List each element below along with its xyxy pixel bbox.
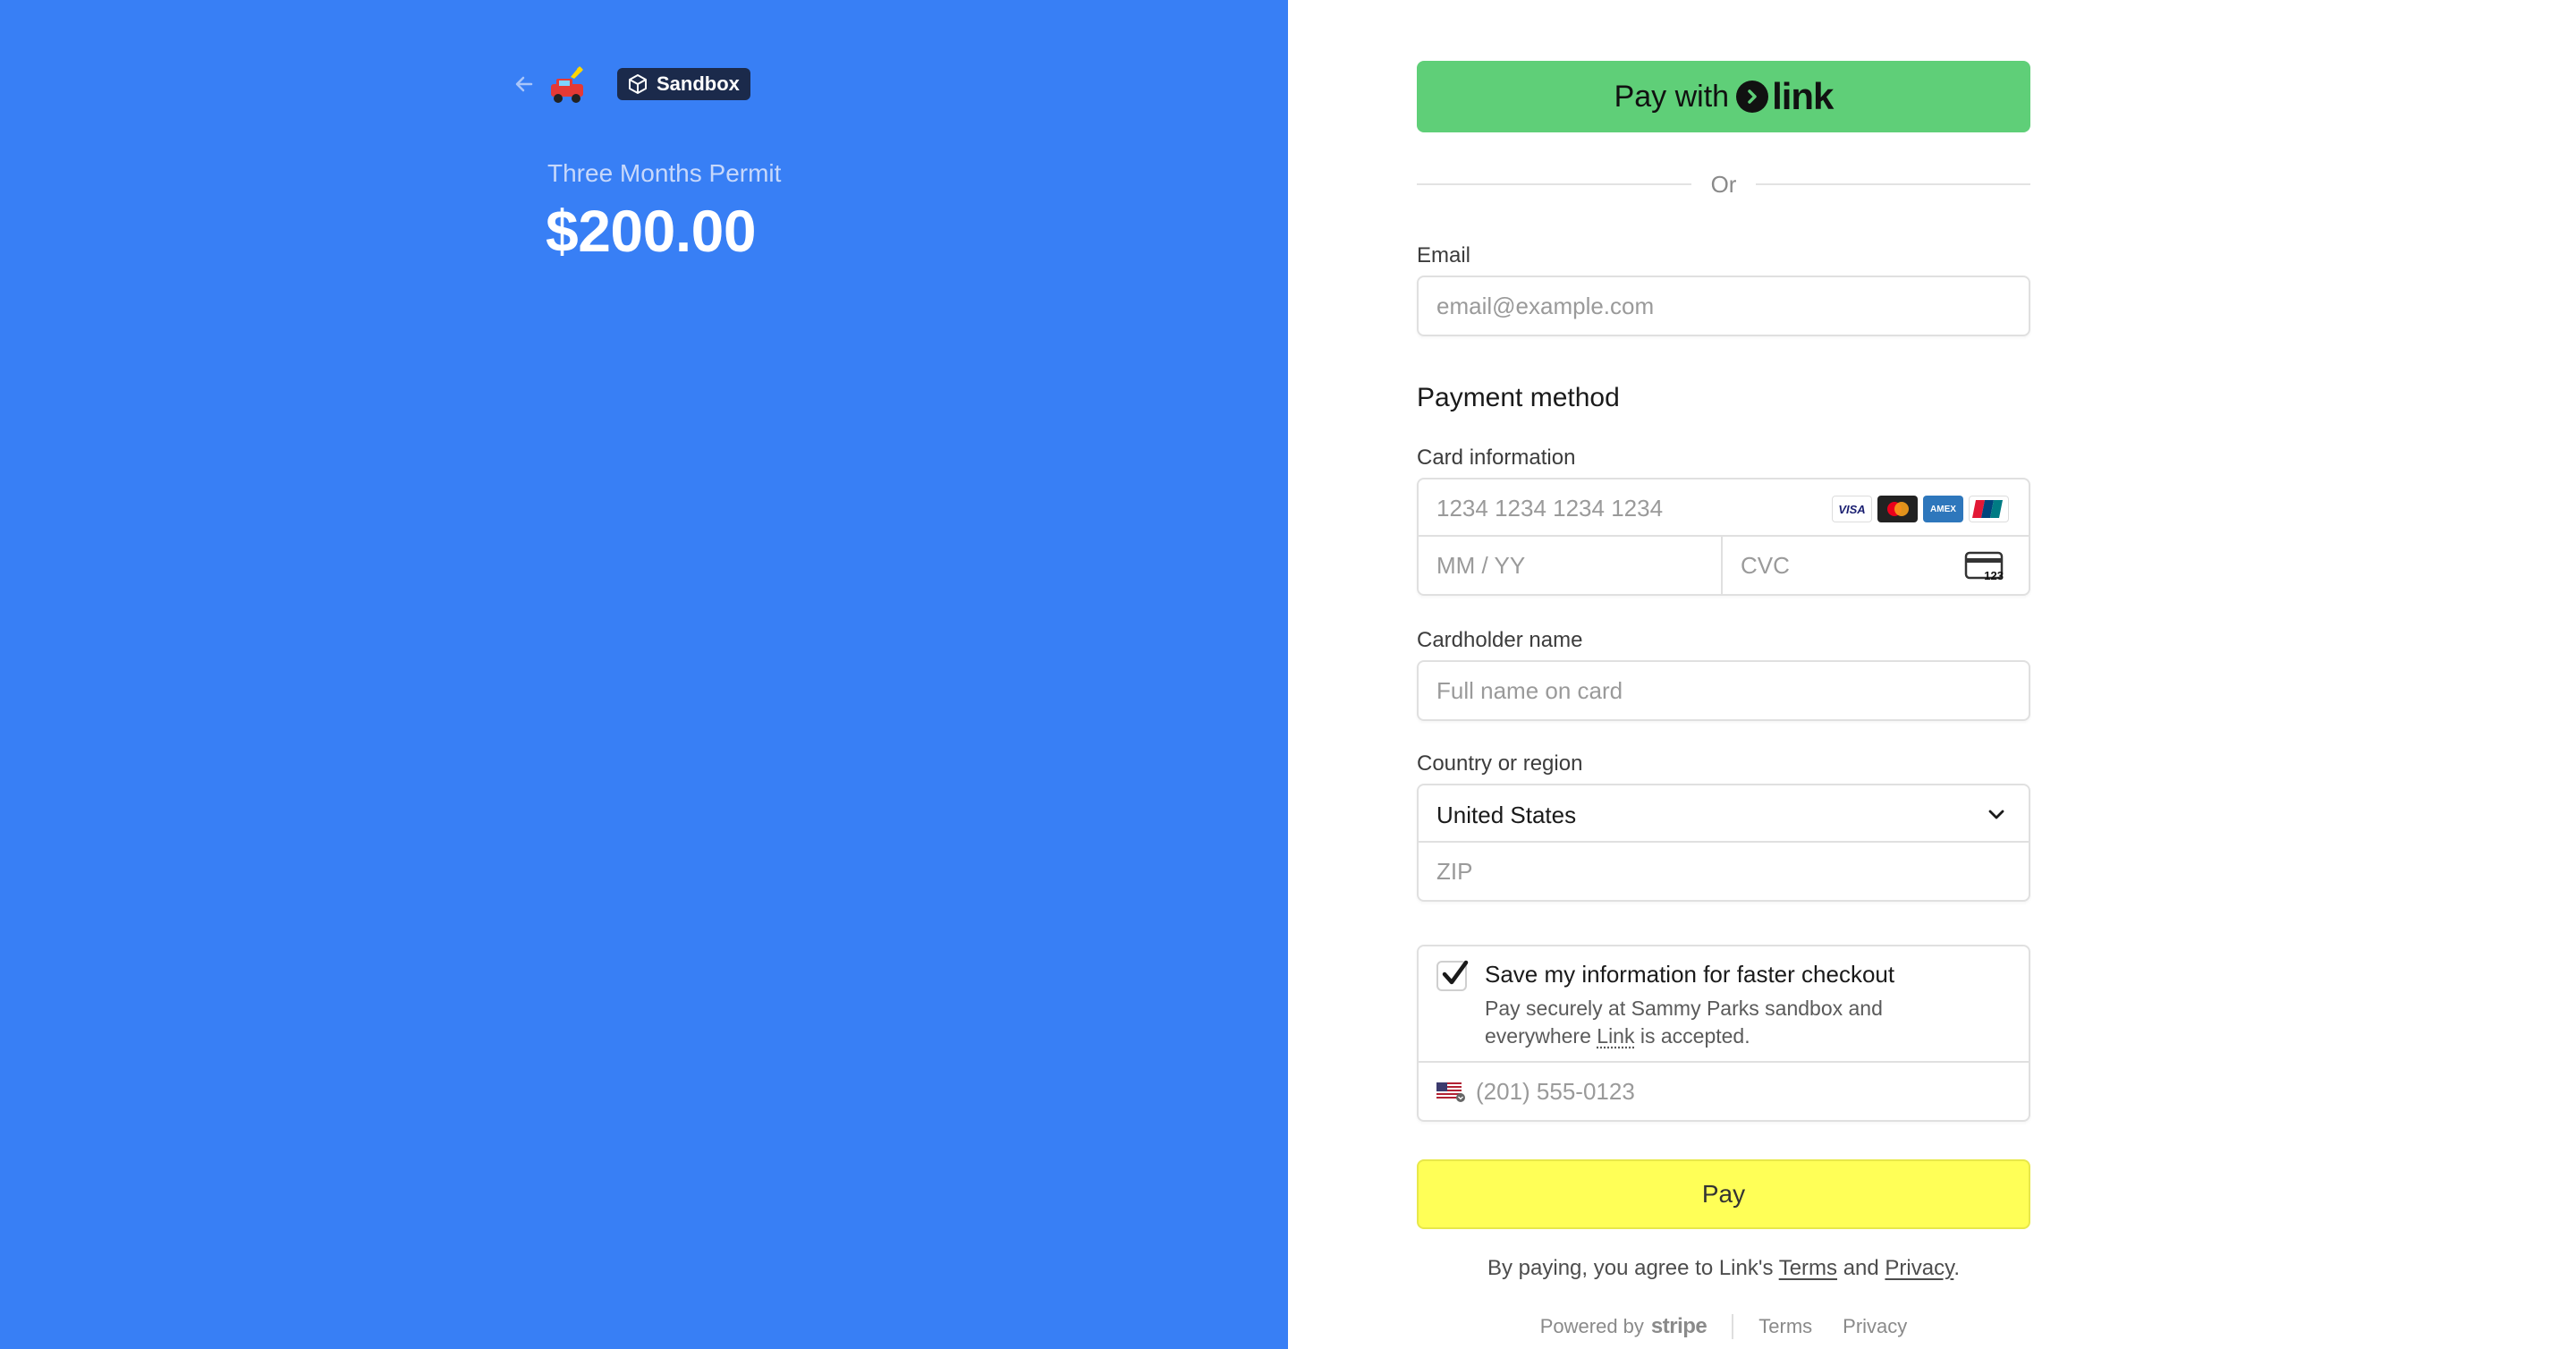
- email-label: Email: [1417, 243, 1471, 267]
- terms-link[interactable]: Terms: [1779, 1256, 1837, 1280]
- summary-panel: Sandbox Three Months Permit $200.00: [0, 0, 1288, 1349]
- terms-text: By paying, you agree to Link's: [1487, 1256, 1779, 1280]
- link-info-link[interactable]: Link: [1597, 1024, 1634, 1048]
- chevron-right-icon: [1736, 81, 1769, 113]
- pay-button[interactable]: Pay: [1417, 1159, 2030, 1229]
- terms-and-text: and: [1837, 1256, 1885, 1280]
- save-info-description: Pay securely at Sammy Parks sandbox and …: [1485, 995, 1986, 1050]
- zip-input[interactable]: [1436, 843, 2009, 900]
- back-arrow-icon[interactable]: [510, 70, 538, 98]
- save-info-desc-end: is accepted.: [1634, 1024, 1750, 1048]
- terms-notice: By paying, you agree to Link's Terms and…: [1417, 1256, 2030, 1281]
- pay-with-label: Pay with: [1614, 79, 1730, 114]
- link-logo: link: [1736, 75, 1834, 118]
- product-name: Three Months Permit: [547, 159, 782, 187]
- total-amount: $200.00: [546, 198, 757, 264]
- expiry-input[interactable]: [1436, 537, 1705, 594]
- country-select[interactable]: United States: [1419, 785, 2029, 843]
- sandbox-label: Sandbox: [657, 72, 740, 95]
- country-selected-value: United States: [1436, 802, 1577, 828]
- checkmark-icon: [1442, 960, 1469, 985]
- footer-separator: [1732, 1314, 1734, 1339]
- merchant-logo: [551, 66, 583, 103]
- country-field: United States: [1417, 784, 2030, 902]
- card-number-input[interactable]: [1436, 479, 1812, 537]
- divider-line: [1756, 183, 2031, 185]
- stripe-logo[interactable]: stripe: [1651, 1314, 1707, 1339]
- country-label: Country or region: [1417, 751, 1583, 776]
- footer-terms-link[interactable]: Terms: [1758, 1315, 1812, 1338]
- pay-with-link-button[interactable]: Pay with link: [1417, 61, 2030, 132]
- phone-input[interactable]: [1476, 1063, 1995, 1120]
- email-field: [1417, 276, 2030, 336]
- email-input[interactable]: [1436, 277, 2009, 335]
- mastercard-icon: [1877, 496, 1918, 522]
- cvc-input[interactable]: [1741, 537, 1937, 594]
- amex-icon: AMEX: [1923, 496, 1963, 522]
- footer: Powered by stripe Terms Privacy: [1417, 1313, 2030, 1340]
- or-divider: Or: [1417, 170, 2031, 199]
- payment-method-title: Payment method: [1417, 383, 1620, 412]
- link-brand-text: link: [1772, 75, 1834, 117]
- privacy-link[interactable]: Privacy: [1885, 1256, 1953, 1280]
- save-info-top: Save my information for faster checkout …: [1419, 946, 2029, 1063]
- save-info-title: Save my information for faster checkout: [1485, 961, 1895, 988]
- card-information-label: Card information: [1417, 445, 1576, 470]
- cube-icon: [629, 74, 647, 94]
- cardholder-name-label: Cardholder name: [1417, 628, 1583, 652]
- payment-panel: Pay with link Or Email Payment method Ca…: [1288, 0, 2576, 1349]
- cvc-cell: 123: [1723, 537, 2029, 594]
- chevron-down-icon: [1988, 810, 2004, 819]
- cvc-icon-text: 123: [1984, 569, 2004, 581]
- terms-period: .: [1953, 1256, 1960, 1280]
- expiry-cell: [1419, 537, 1723, 594]
- cardholder-name-field: [1417, 660, 2030, 721]
- card-brands: VISA AMEX: [1832, 496, 2009, 522]
- sandbox-badge: Sandbox: [617, 68, 750, 100]
- cardholder-name-input[interactable]: [1436, 662, 2009, 719]
- zip-cell: [1419, 843, 2029, 900]
- footer-privacy-link[interactable]: Privacy: [1843, 1315, 1907, 1338]
- divider-line: [1417, 183, 1691, 185]
- us-flag-icon[interactable]: [1436, 1082, 1465, 1102]
- card-information-field: VISA AMEX 123: [1417, 478, 2030, 596]
- unionpay-icon: [1969, 496, 2009, 522]
- or-text: Or: [1710, 170, 1737, 198]
- phone-row: [1419, 1063, 2029, 1120]
- save-info-checkbox[interactable]: [1436, 960, 1469, 991]
- cvc-card-icon: 123: [1964, 551, 2004, 581]
- save-info-box: Save my information for faster checkout …: [1417, 945, 2030, 1122]
- visa-icon: VISA: [1832, 496, 1872, 522]
- powered-by-text: Powered by: [1539, 1315, 1644, 1337]
- card-expiry-cvc-row: 123: [1419, 537, 2029, 594]
- card-number-row: VISA AMEX: [1419, 479, 2029, 537]
